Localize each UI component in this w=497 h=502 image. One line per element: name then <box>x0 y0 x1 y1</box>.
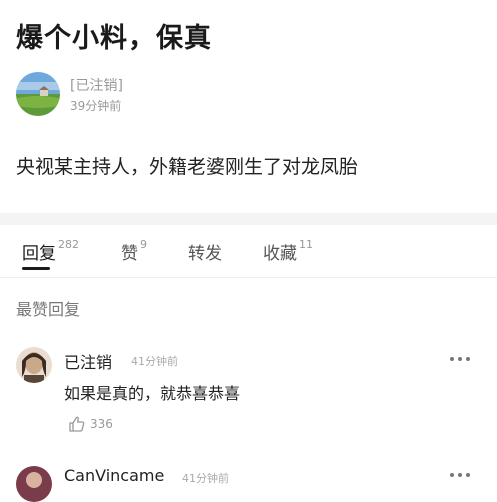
tab-label: 回复 <box>22 244 56 264</box>
user-avatar-icon-2 <box>16 466 52 502</box>
post-title: 爆个小料，保真 <box>16 23 212 54</box>
tab-count: 9 <box>140 238 147 251</box>
post-body: 央视某主持人，外籍老婆刚生了对龙凤胎 <box>16 156 359 178</box>
comment-time-2: 41分钟前 <box>182 472 229 485</box>
more-options-button-2[interactable] <box>448 468 472 482</box>
comment-username[interactable]: 已注销 <box>64 349 112 373</box>
ellipsis-icon <box>466 473 470 477</box>
author-post-time: 39分钟前 <box>70 99 122 113</box>
ellipsis-icon <box>450 357 454 361</box>
landscape-avatar-icon <box>16 72 60 116</box>
comment-time: 41分钟前 <box>131 355 178 368</box>
tab-count: 282 <box>58 238 79 251</box>
ellipsis-icon <box>458 357 462 361</box>
thumbs-up-icon <box>69 416 85 432</box>
comment-avatar-2[interactable] <box>16 466 52 502</box>
tab-replies[interactable]: 回复 282 <box>22 238 79 264</box>
like-count: 336 <box>90 417 113 431</box>
tab-label: 收藏 <box>263 244 297 264</box>
user-avatar-icon <box>16 347 52 383</box>
comment-avatar[interactable] <box>16 347 52 383</box>
ellipsis-icon <box>450 473 454 477</box>
more-options-button[interactable] <box>448 352 472 366</box>
tab-count: 11 <box>299 238 313 251</box>
section-divider <box>0 213 497 225</box>
section-heading: 最赞回复 <box>16 300 81 319</box>
author-name[interactable]: [已注销] <box>70 75 123 95</box>
tab-label: 赞 <box>121 244 138 264</box>
tab-likes[interactable]: 赞9 <box>121 238 147 264</box>
author-avatar[interactable] <box>16 72 60 116</box>
ellipsis-icon <box>458 473 462 477</box>
active-tab-indicator <box>22 267 50 270</box>
tab-label: 转发 <box>188 244 222 264</box>
tab-reposts[interactable]: 转发 <box>188 239 224 264</box>
comment-text: 如果是真的，就恭喜恭喜 <box>64 384 241 403</box>
tab-bar: 回复 282 赞9 转发 收藏 11 <box>0 225 497 278</box>
ellipsis-icon <box>466 357 470 361</box>
tab-favorites[interactable]: 收藏 11 <box>263 238 313 264</box>
